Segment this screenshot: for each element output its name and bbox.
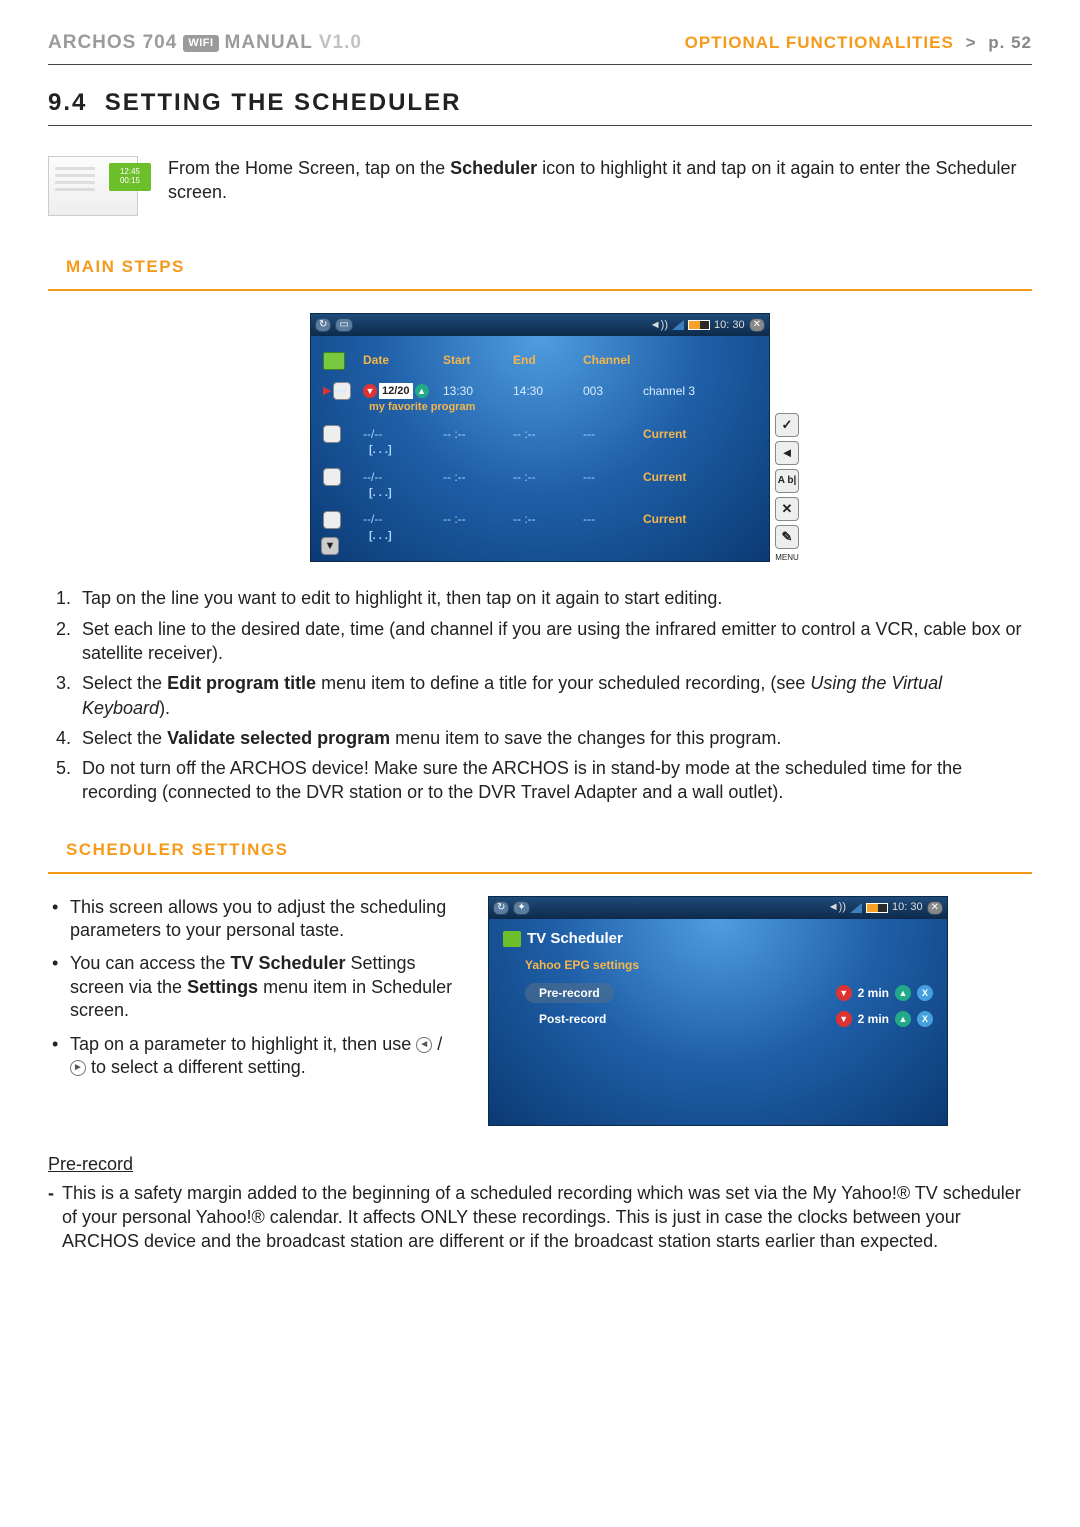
clock: 10: 30 <box>892 900 923 915</box>
pre-record-heading: Pre-record <box>48 1152 1032 1176</box>
intro-block: 12:45 00:15 From the Home Screen, tap on… <box>48 156 1032 216</box>
tv-scheduler-title: TV Scheduler <box>503 929 933 949</box>
scheduler-row[interactable]: --/-- -- :-- -- :-- --- Current <box>311 419 769 445</box>
checkbox[interactable] <box>323 511 341 529</box>
down-icon[interactable]: ▼ <box>836 985 852 1001</box>
volume-icon[interactable]: ◄)) <box>650 318 668 333</box>
bullet-item: Tap on a parameter to highlight it, then… <box>52 1033 458 1080</box>
program-title: [. . .] <box>311 486 769 501</box>
left-arrow-icon: ◄ <box>416 1037 432 1053</box>
section-name: OPTIONAL FUNCTIONALITIES <box>685 33 954 52</box>
pre-record-text: This is a safety margin added to the beg… <box>62 1181 1032 1254</box>
checkbox[interactable]: ••• <box>333 382 351 400</box>
scheduler-row[interactable]: ▶••• ▼12/20▲ 13:30 14:30 003 channel 3 <box>311 376 769 402</box>
scheduler-screenshot: ↻ ▭ ◄)) 10: 30 ✕ Date Start End Channel … <box>310 313 770 562</box>
scheduler-row[interactable]: --/-- -- :-- -- :-- --- Current <box>311 505 769 531</box>
up-icon[interactable]: ▲ <box>895 985 911 1001</box>
manual-label: MANUAL <box>225 30 313 56</box>
bullet-item: This screen allows you to adjust the sch… <box>52 896 458 943</box>
side-toolbar: ✓ ◄ A b| ✕ ✎ MENU <box>775 413 799 564</box>
signal-icon <box>672 320 684 330</box>
status-bar: ↻ ✦ ◄)) 10: 30 ✕ <box>489 897 947 919</box>
pre-record-row[interactable]: Pre-record ▼ 2 min ▲ X <box>525 983 933 1003</box>
refresh-icon[interactable]: ↻ <box>493 901 509 915</box>
page-number: p. 52 <box>988 33 1032 52</box>
down-icon[interactable]: ▼ <box>836 1011 852 1027</box>
version-label: V1.0 <box>319 30 362 56</box>
checkbox[interactable] <box>323 468 341 486</box>
gear-icon[interactable]: ✦ <box>513 901 529 915</box>
up-icon[interactable]: ▲ <box>895 1011 911 1027</box>
pre-record-section: Pre-record - This is a safety margin add… <box>48 1152 1032 1253</box>
bullet-item: You can access the TV Scheduler Settings… <box>52 952 458 1022</box>
page-header: ARCHOS 704 WIFI MANUAL V1.0 OPTIONAL FUN… <box>48 30 1032 56</box>
tv-scheduler-screenshot: ↻ ✦ ◄)) 10: 30 ✕ TV Scheduler Yahoo EPG … <box>488 896 948 1127</box>
menu-label: MENU <box>775 553 799 564</box>
section-title: 9.4 SETTING THE SCHEDULER <box>48 87 1032 119</box>
settings-bullets: This screen allows you to adjust the sch… <box>52 896 458 1080</box>
tv-icon[interactable]: ▭ <box>335 318 352 332</box>
steps-list: Tap on the line you want to edit to high… <box>76 586 1032 804</box>
calendar-icon <box>503 931 521 947</box>
step-item: Tap on the line you want to edit to high… <box>76 586 1032 610</box>
calendar-icon <box>323 352 345 370</box>
close-icon[interactable]: ✕ <box>927 901 943 915</box>
step-item: Select the Edit program title menu item … <box>76 671 1032 720</box>
calendar-icon: 12:45 00:15 <box>109 163 151 191</box>
refresh-icon[interactable]: ↻ <box>315 318 331 332</box>
keyboard-icon[interactable]: A b| <box>775 469 799 493</box>
program-title: [. . .] <box>311 529 769 544</box>
status-bar: ↻ ▭ ◄)) 10: 30 ✕ <box>311 314 769 336</box>
volume-icon[interactable]: ◄)) <box>828 900 846 915</box>
clock: 10: 30 <box>714 318 745 333</box>
divider-orange <box>48 872 1032 874</box>
right-arrow-icon: ► <box>70 1060 86 1076</box>
scheduler-row[interactable]: --/-- -- :-- -- :-- --- Current <box>311 462 769 488</box>
divider <box>48 125 1032 126</box>
caret-icon: > <box>966 33 977 52</box>
divider-orange <box>48 289 1032 291</box>
up-icon[interactable]: ▲ <box>415 384 429 398</box>
cancel-icon[interactable]: ✕ <box>775 497 799 521</box>
scheduler-settings-heading: SCHEDULER SETTINGS <box>66 839 1032 862</box>
close-icon[interactable]: ✕ <box>749 318 765 332</box>
wifi-badge: WIFI <box>183 35 218 52</box>
table-header: Date Start End Channel <box>311 344 769 376</box>
tools-icon[interactable]: ✎ <box>775 525 799 549</box>
divider <box>48 64 1032 65</box>
post-record-row[interactable]: Post-record ▼ 2 min ▲ X <box>525 1009 933 1029</box>
step-item: Do not turn off the ARCHOS device! Make … <box>76 756 1032 805</box>
reset-icon[interactable]: X <box>917 1011 933 1027</box>
main-steps-heading: MAIN STEPS <box>66 256 1032 279</box>
intro-text: From the Home Screen, tap on the Schedul… <box>168 156 1032 205</box>
down-icon[interactable]: ▼ <box>363 384 377 398</box>
program-title: [. . .] <box>311 443 769 458</box>
scroll-down-icon[interactable]: ▼ <box>321 537 339 555</box>
battery-icon <box>866 903 888 913</box>
ok-icon[interactable]: ✓ <box>775 413 799 437</box>
reset-icon[interactable]: X <box>917 985 933 1001</box>
step-item: Set each line to the desired date, time … <box>76 617 1032 666</box>
yahoo-epg-label: Yahoo EPG settings <box>525 957 933 973</box>
checkbox[interactable] <box>323 425 341 443</box>
back-icon[interactable]: ◄ <box>775 441 799 465</box>
step-item: Select the Validate selected program men… <box>76 726 1032 750</box>
battery-icon <box>688 320 710 330</box>
signal-icon <box>850 903 862 913</box>
settings-block: This screen allows you to adjust the sch… <box>48 896 1032 1127</box>
program-title: my favorite program <box>311 400 769 415</box>
play-icon: ▶ <box>323 384 331 399</box>
scheduler-thumbnail: 12:45 00:15 <box>48 156 138 216</box>
brand: ARCHOS 704 <box>48 30 177 56</box>
dash-bullet: - <box>48 1181 62 1254</box>
